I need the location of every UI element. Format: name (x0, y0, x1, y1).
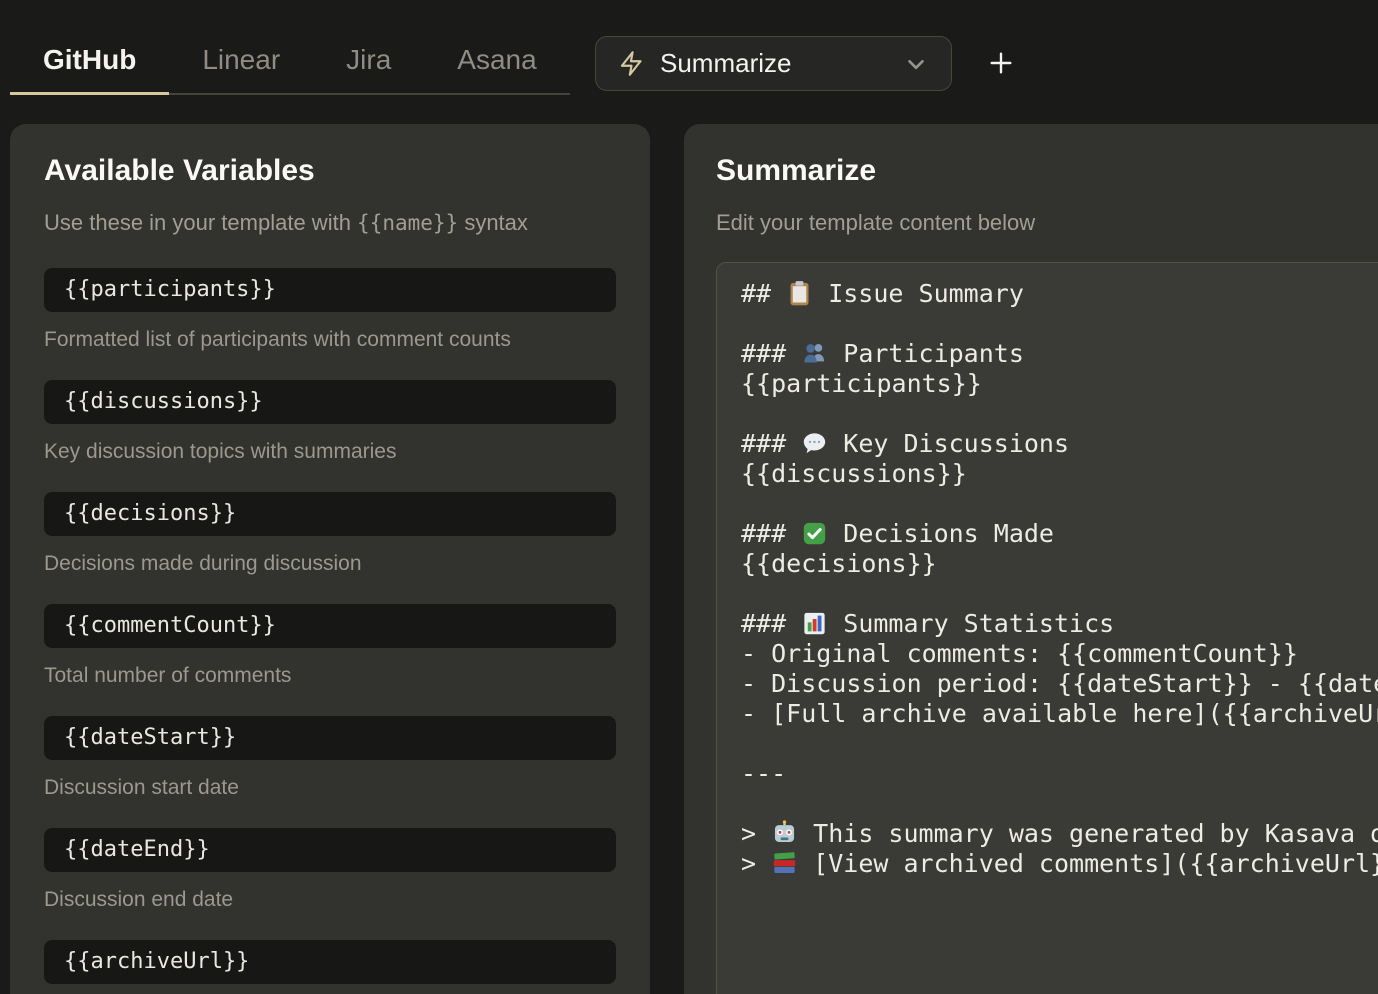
variable-row: {{discussions}} Key discussion topics wit… (44, 380, 616, 464)
tab-asana[interactable]: Asana (424, 28, 569, 95)
variable-description: Discussion start date (44, 776, 616, 800)
template-line (741, 309, 1378, 339)
variable-row: {{decisions}} Decisions made during discu… (44, 492, 616, 576)
template-panel-title: Summarize (716, 154, 1378, 188)
lightning-bolt-icon (618, 50, 645, 77)
add-template-button[interactable] (978, 42, 1024, 86)
books-icon (771, 849, 798, 879)
plus-icon (985, 47, 1017, 82)
variable-row: {{archiveUrl}} (44, 940, 616, 984)
variable-description: Discussion end date (44, 888, 616, 912)
variable-chip-decisions[interactable]: {{decisions}} (44, 492, 616, 536)
variables-panel: Available Variables Use these in your te… (10, 124, 650, 994)
template-line: --- (741, 759, 1378, 789)
template-panel: Summarize Edit your template content bel… (684, 124, 1378, 994)
variables-list: {{participants}} Formatted list of partic… (44, 268, 616, 984)
template-line: - Original comments: {{commentCount}} (741, 639, 1378, 669)
participants-icon (801, 339, 828, 369)
variable-row: {{dateEnd}} Discussion end date (44, 828, 616, 912)
template-line: ## Issue Summary (741, 279, 1378, 309)
variable-description: Formatted list of participants with comm… (44, 328, 616, 352)
speech-balloon-icon (801, 429, 828, 459)
app-screen: GitHubLinearJiraAsana Summarize Availabl… (0, 0, 1378, 994)
tab-list: GitHubLinearJiraAsana (10, 28, 570, 95)
template-line: ### Key Discussions (741, 429, 1378, 459)
robot-icon (771, 819, 798, 849)
variables-panel-subtitle: Use these in your template with {{name}}… (44, 210, 616, 236)
template-line: {{decisions}} (741, 549, 1378, 579)
template-line (741, 789, 1378, 819)
template-line: {{discussions}} (741, 459, 1378, 489)
clipboard-icon (786, 279, 813, 309)
variable-chip-dateEnd[interactable]: {{dateEnd}} (44, 828, 616, 872)
action-dropdown-label: Summarize (660, 48, 791, 79)
variable-row: {{participants}} Formatted list of partic… (44, 268, 616, 352)
tab-github[interactable]: GitHub (10, 28, 169, 95)
variable-description: Total number of comments (44, 664, 616, 688)
template-line: - Discussion period: {{dateStart}} - {{d… (741, 669, 1378, 699)
variable-row: {{commentCount}} Total number of comments (44, 604, 616, 688)
variable-description: Decisions made during discussion (44, 552, 616, 576)
variable-chip-archiveUrl[interactable]: {{archiveUrl}} (44, 940, 616, 984)
template-line: ### Decisions Made (741, 519, 1378, 549)
template-line: - [Full archive available here]({{archiv… (741, 699, 1378, 729)
variable-row: {{dateStart}} Discussion start date (44, 716, 616, 800)
template-line: ### Participants (741, 339, 1378, 369)
template-line: {{participants}} (741, 369, 1378, 399)
template-line (741, 399, 1378, 429)
template-line: > This summary was generated by Kasava o… (741, 819, 1378, 849)
template-editor[interactable]: ## Issue Summary ### Participants{{parti… (716, 262, 1378, 994)
name-syntax-code: {{name}} (357, 211, 458, 235)
tab-jira[interactable]: Jira (313, 28, 424, 95)
variable-chip-dateStart[interactable]: {{dateStart}} (44, 716, 616, 760)
template-line (741, 579, 1378, 609)
template-line (741, 729, 1378, 759)
action-dropdown[interactable]: Summarize (595, 36, 952, 91)
template-line: > [View archived comments]({{archiveUrl}… (741, 849, 1378, 879)
variables-panel-title: Available Variables (44, 154, 616, 188)
variable-chip-commentCount[interactable]: {{commentCount}} (44, 604, 616, 648)
template-panel-subtitle: Edit your template content below (716, 210, 1378, 236)
tab-linear[interactable]: Linear (169, 28, 313, 95)
template-line: ### Summary Statistics (741, 609, 1378, 639)
chevron-down-icon (903, 51, 929, 77)
template-line (741, 489, 1378, 519)
variable-chip-participants[interactable]: {{participants}} (44, 268, 616, 312)
variable-chip-discussions[interactable]: {{discussions}} (44, 380, 616, 424)
variable-description: Key discussion topics with summaries (44, 440, 616, 464)
bar-chart-icon (801, 609, 828, 639)
check-mark-icon (801, 519, 828, 549)
